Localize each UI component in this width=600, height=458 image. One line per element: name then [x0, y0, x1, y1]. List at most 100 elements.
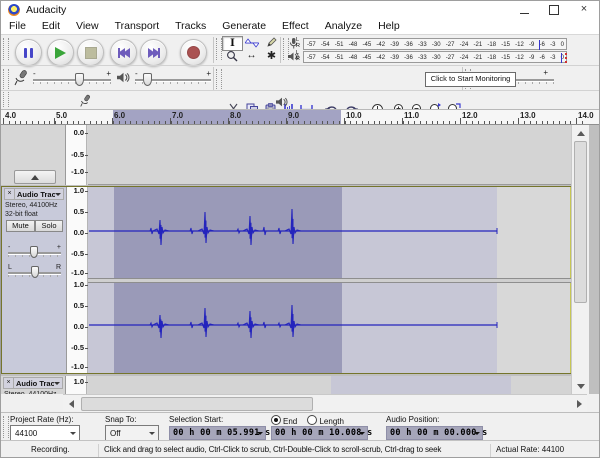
scroll-right-button[interactable]: [572, 396, 587, 412]
track-main[interactable]: × Audio Track Stereo, 44100Hz 32-bit flo…: [1, 186, 572, 374]
selection-end-field[interactable]: 00 h 00 m 10.008 s: [271, 426, 368, 440]
minimize-button[interactable]: [509, 1, 539, 19]
ruler-minor-tick: [333, 121, 334, 124]
stop-button[interactable]: [77, 39, 104, 66]
recording-volume-thumb[interactable]: [75, 73, 84, 86]
draw-tool-button[interactable]: [262, 36, 281, 49]
pan-left-label: L: [8, 264, 12, 271]
track-bottom-waveform-area[interactable]: [88, 376, 571, 394]
ruler-minor-tick: [559, 121, 560, 124]
arrow-right-icon: [577, 400, 586, 408]
menu-item-edit[interactable]: Edit: [34, 19, 68, 34]
meter-scale-label: -27: [446, 54, 455, 62]
meter-scale-label: -57: [307, 41, 316, 49]
timeshift-tool-button[interactable]: ↔: [242, 49, 261, 62]
meter-scale-label: -15: [501, 54, 510, 62]
horizontal-scrollbar[interactable]: [63, 394, 587, 413]
skip-to-end-button[interactable]: [140, 39, 167, 66]
mute-button[interactable]: Mute: [6, 220, 35, 232]
pan-thumb[interactable]: [31, 266, 39, 278]
solo-button[interactable]: Solo: [35, 220, 63, 232]
ruler-label: 12.0: [462, 111, 478, 120]
slider-max-label: +: [106, 69, 111, 78]
recording-meter[interactable]: -57-54-51-48-45-42-39-36-33-30-27-24-21-…: [303, 38, 567, 50]
meter-scale-label: -36: [404, 54, 413, 62]
pan-slider[interactable]: L R: [8, 263, 61, 277]
menu-item-analyze[interactable]: Analyze: [317, 19, 370, 34]
pause-button[interactable]: [15, 39, 42, 66]
snap-to-select[interactable]: Off: [105, 425, 159, 441]
envelope-tool-button[interactable]: [242, 36, 261, 49]
vertical-ruler-tick: [85, 273, 88, 274]
recording-volume-slider[interactable]: - +: [33, 69, 111, 85]
ruler-minor-tick: [159, 121, 160, 124]
audio-position-field[interactable]: 00 h 00 m 00.000 s: [386, 426, 483, 440]
playback-volume-thumb[interactable]: [143, 73, 152, 86]
play-button[interactable]: [47, 39, 74, 66]
track-header[interactable]: × Audio Track: [3, 377, 63, 389]
playback-volume-slider[interactable]: - +: [135, 69, 211, 85]
track-header[interactable]: × Audio Track: [4, 188, 64, 200]
selection-toolbar-grip[interactable]: [3, 416, 9, 438]
menu-item-effect[interactable]: Effect: [274, 19, 317, 34]
track-menu-caret-icon[interactable]: [54, 382, 60, 388]
length-radio-label[interactable]: Length: [319, 417, 343, 426]
track-partial-bottom[interactable]: × Audio Track Stereo, 44100Hz: [1, 376, 572, 394]
vertical-scrollbar-thumb[interactable]: [574, 141, 587, 303]
mixer-toolbar-grip[interactable]: [3, 69, 9, 89]
ruler-minor-tick: [466, 121, 467, 124]
transport-toolbar-grip[interactable]: [3, 38, 9, 60]
edit-toolbar-grip[interactable]: [216, 69, 222, 89]
project-rate-select[interactable]: 44100: [10, 425, 80, 441]
ruler-minor-tick: [310, 121, 311, 124]
playback-meter[interactable]: -57-54-51-48-45-42-39-36-33-30-27-24-21-…: [303, 51, 567, 63]
vertical-ruler-label: 0.5: [61, 301, 84, 310]
menu-item-tracks[interactable]: Tracks: [167, 19, 214, 34]
ruler-major-tick: [518, 118, 519, 124]
end-radio-label[interactable]: End: [283, 417, 297, 426]
length-radio[interactable]: [307, 415, 317, 425]
ruler-label: 11.0: [404, 111, 419, 120]
scroll-left-button[interactable]: [63, 396, 78, 412]
end-radio[interactable]: [271, 415, 281, 425]
skip-to-start-button[interactable]: [110, 39, 137, 66]
ruler-major-tick: [228, 118, 229, 124]
horizontal-scrollbar-thumb[interactable]: [81, 397, 313, 411]
ruler-label: 6.0: [114, 111, 125, 120]
ruler-minor-tick: [67, 121, 68, 124]
gain-slider[interactable]: - +: [8, 243, 61, 257]
ruler-minor-tick: [38, 121, 39, 124]
selection-start-value: 00 h 00 m 05.991 s: [173, 428, 271, 438]
selection-start-field[interactable]: 00 h 00 m 05.991 s: [169, 426, 266, 440]
track-close-button[interactable]: ×: [4, 378, 14, 388]
track-area: × Audio Track Stereo, 44100Hz 32-bit flo…: [1, 125, 599, 394]
ruler-minor-tick: [339, 121, 340, 124]
device-toolbar-grip[interactable]: [3, 92, 9, 107]
gain-thumb[interactable]: [30, 246, 38, 258]
menu-item-file[interactable]: File: [1, 19, 34, 34]
menu-item-view[interactable]: View: [68, 19, 107, 34]
multi-tool-button[interactable]: ✱: [262, 49, 281, 62]
slider-max-label: +: [206, 69, 211, 78]
scroll-up-button[interactable]: [572, 125, 589, 140]
menu-item-transport[interactable]: Transport: [107, 19, 168, 34]
zoom-tool-button[interactable]: [222, 49, 241, 62]
menu-item-help[interactable]: Help: [370, 19, 408, 34]
ruler-minor-tick: [15, 121, 16, 124]
monitoring-tooltip[interactable]: Click to Start Monitoring: [425, 72, 516, 87]
vertical-scrollbar[interactable]: [571, 125, 589, 394]
track-close-button[interactable]: ×: [5, 189, 15, 199]
meter-scale-label: -18: [487, 41, 496, 49]
scroll-down-button[interactable]: [572, 379, 589, 394]
track-top-control-panel: [1, 125, 66, 185]
timeline-ruler[interactable]: 4.05.06.07.08.09.010.011.012.013.014.0: [1, 109, 599, 125]
menu-item-generate[interactable]: Generate: [214, 19, 274, 34]
vertical-ruler-label: 0.5: [61, 207, 84, 216]
record-button[interactable]: [180, 39, 207, 66]
record-icon: [187, 46, 200, 59]
track-collapse-button[interactable]: [14, 170, 56, 184]
track-top-waveform-area[interactable]: [88, 125, 571, 185]
close-button[interactable]: ×: [569, 1, 599, 19]
maximize-button[interactable]: [539, 1, 569, 19]
ruler-minor-tick: [350, 121, 351, 124]
